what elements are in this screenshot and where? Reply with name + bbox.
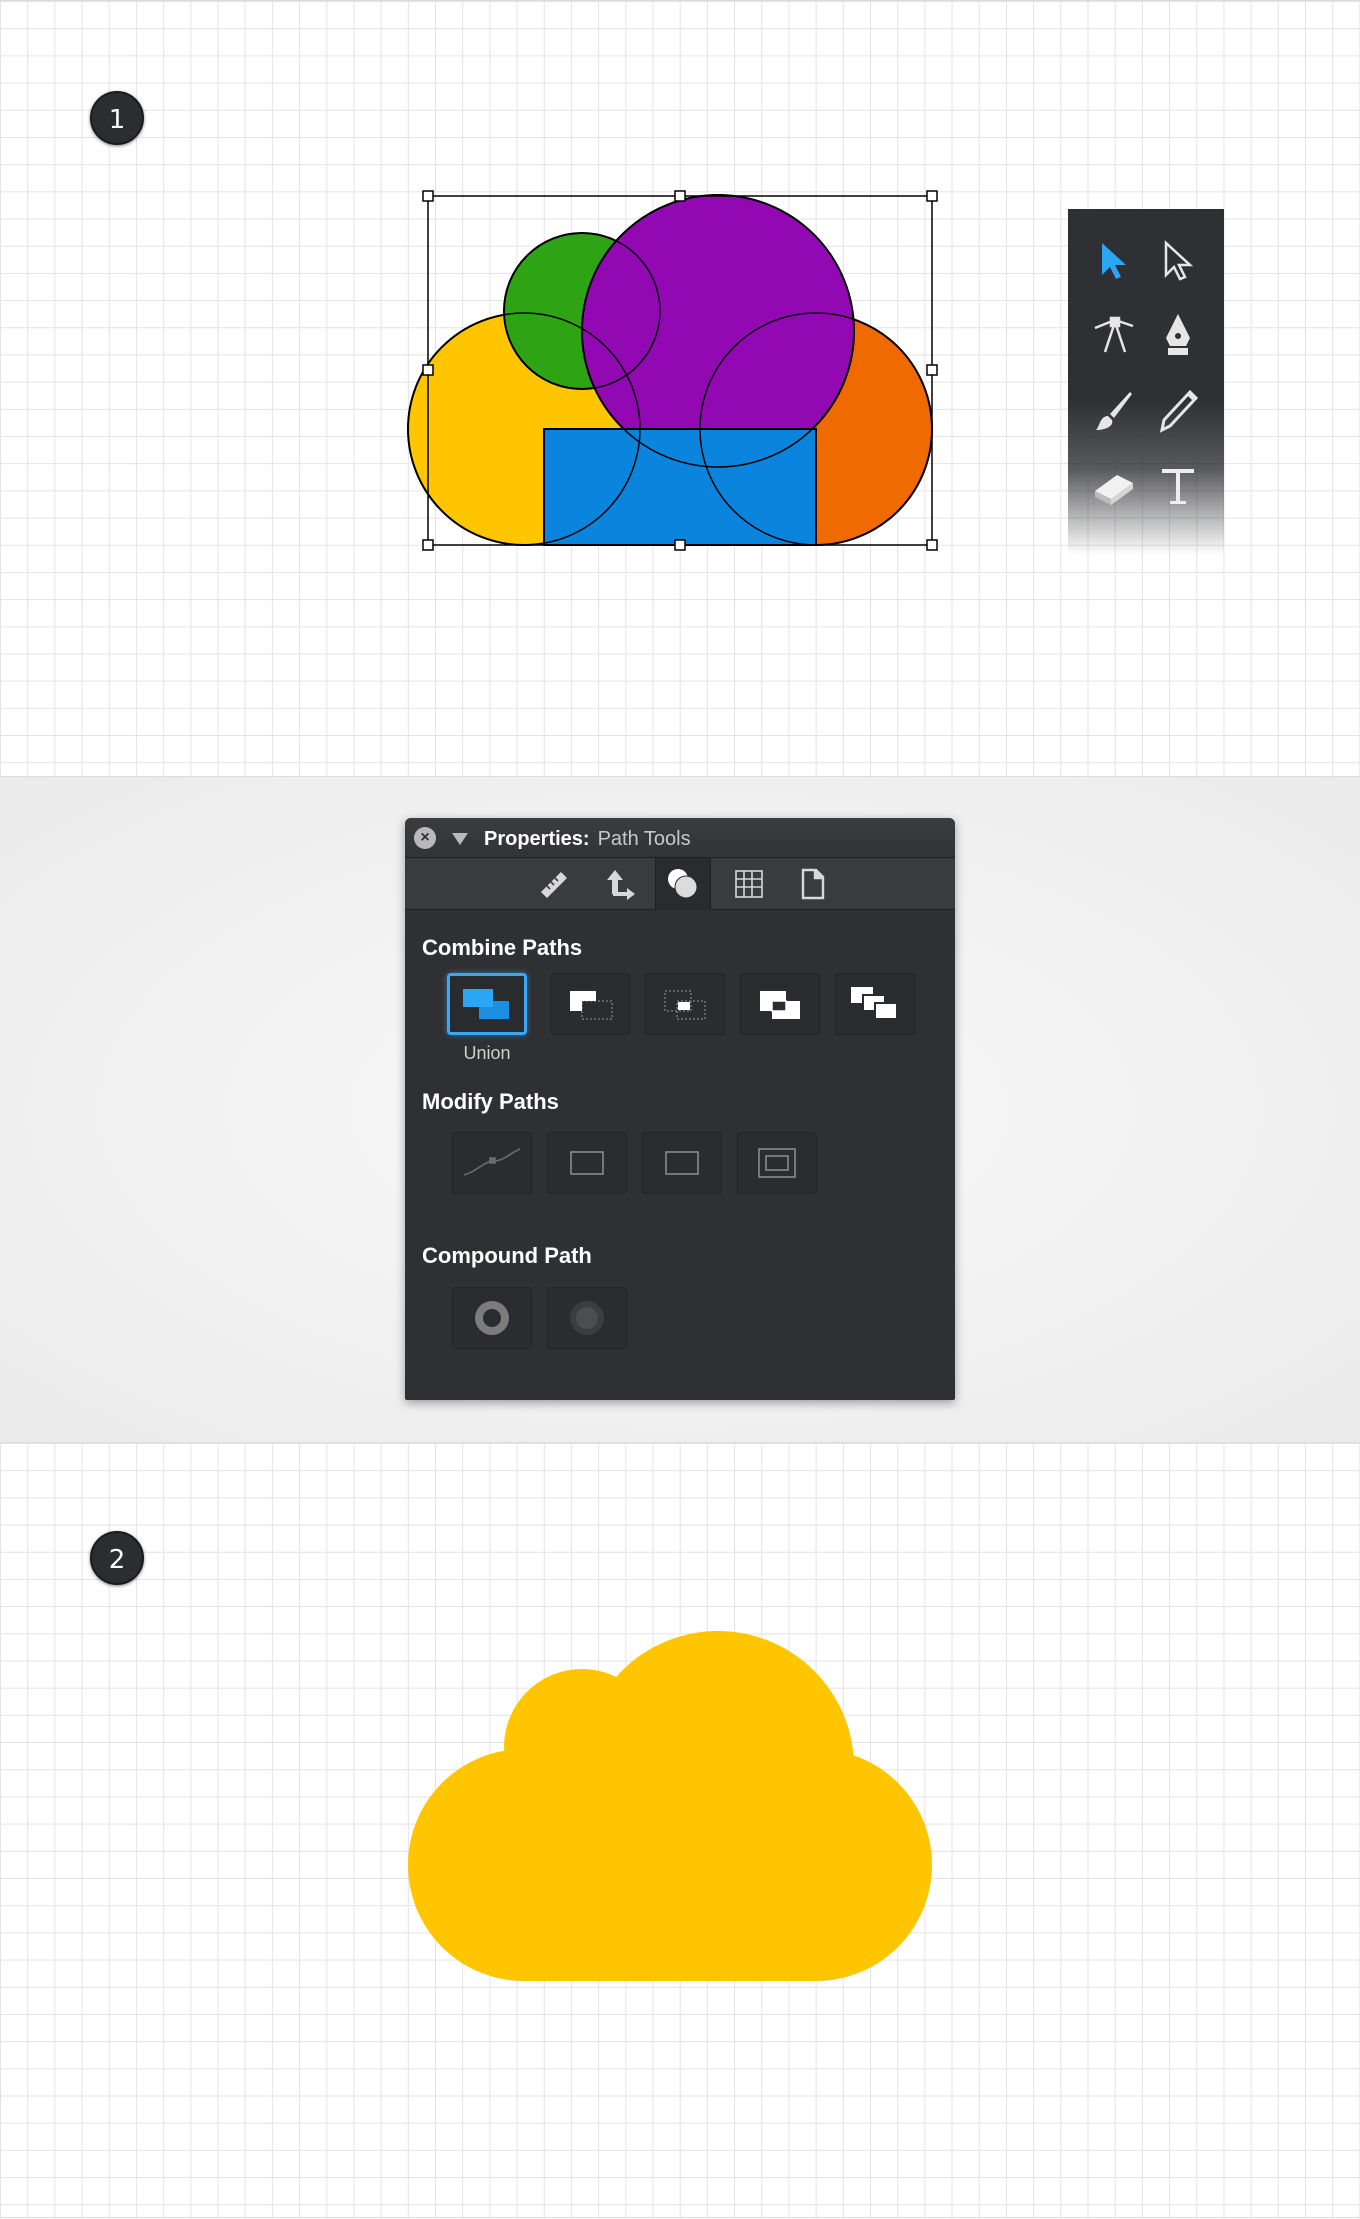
exclude-icon <box>760 991 800 1019</box>
release-compound-icon <box>570 1301 604 1335</box>
union-icon <box>463 989 509 1019</box>
eraser-icon[interactable] <box>1086 459 1142 515</box>
properties-panel: × Properties: Path Tools Combine Paths U… <box>405 818 955 1400</box>
divide-icon <box>851 987 898 1020</box>
cloud-union-result[interactable] <box>0 1443 1360 2219</box>
subtract-icon <box>570 991 613 1020</box>
curve-icon <box>463 1148 521 1176</box>
combine-paths-label: Combine Paths <box>422 935 583 960</box>
divide-button[interactable] <box>835 973 915 1035</box>
path-ops-icon[interactable] <box>655 858 711 910</box>
release-compound-button[interactable] <box>547 1287 627 1349</box>
properties-panel-section: × Properties: Path Tools Combine Paths U… <box>0 777 1360 1442</box>
compound-path-label: Compound Path <box>422 1243 592 1268</box>
modify-curve-button[interactable] <box>452 1132 532 1194</box>
union-caption: Union <box>463 1043 511 1063</box>
panel-title-value: Path Tools <box>597 828 691 850</box>
selection-arrow-icon[interactable] <box>1086 233 1142 289</box>
pen-nib-icon[interactable] <box>1150 307 1206 363</box>
brush-icon[interactable] <box>1086 383 1142 439</box>
collapse-triangle-icon[interactable] <box>452 833 468 845</box>
ruler-icon[interactable] <box>525 858 581 910</box>
modify-inset-rect-button[interactable] <box>737 1132 817 1194</box>
make-compound-button[interactable] <box>452 1287 532 1349</box>
modify-dashed-rect-button[interactable] <box>547 1132 627 1194</box>
dashed-rect-icon <box>570 1151 604 1175</box>
subtract-button[interactable] <box>550 973 630 1035</box>
exclude-button[interactable] <box>740 973 820 1035</box>
transform-arrows-icon[interactable] <box>591 858 647 910</box>
modify-paths-label: Modify Paths <box>422 1089 559 1114</box>
intersect-icon <box>664 990 706 1020</box>
pencil-icon[interactable] <box>1150 383 1206 439</box>
properties-tabs <box>405 858 955 910</box>
union-button[interactable] <box>447 973 527 1035</box>
close-icon[interactable]: × <box>414 827 436 849</box>
inset-rect-icon <box>758 1148 796 1178</box>
purple-circle <box>581 194 855 468</box>
step-badge-2: 2 <box>90 1531 144 1585</box>
text-tool-icon[interactable] <box>1150 459 1206 515</box>
panel-title-label: Properties: <box>484 828 590 850</box>
canvas-step-1: 1 <box>0 0 1360 777</box>
node-tool-icon[interactable] <box>1086 307 1142 363</box>
grid-icon[interactable] <box>721 858 777 910</box>
modify-rect-button[interactable] <box>642 1132 722 1194</box>
document-icon[interactable] <box>785 858 841 910</box>
rect-icon <box>665 1151 699 1175</box>
intersect-button[interactable] <box>645 973 725 1035</box>
make-compound-icon <box>475 1301 509 1335</box>
toolbox-panel <box>1068 209 1224 555</box>
direct-selection-arrow-icon[interactable] <box>1150 233 1206 289</box>
canvas-step-2 <box>0 1442 1360 2218</box>
properties-titlebar: × Properties: Path Tools <box>405 818 955 858</box>
